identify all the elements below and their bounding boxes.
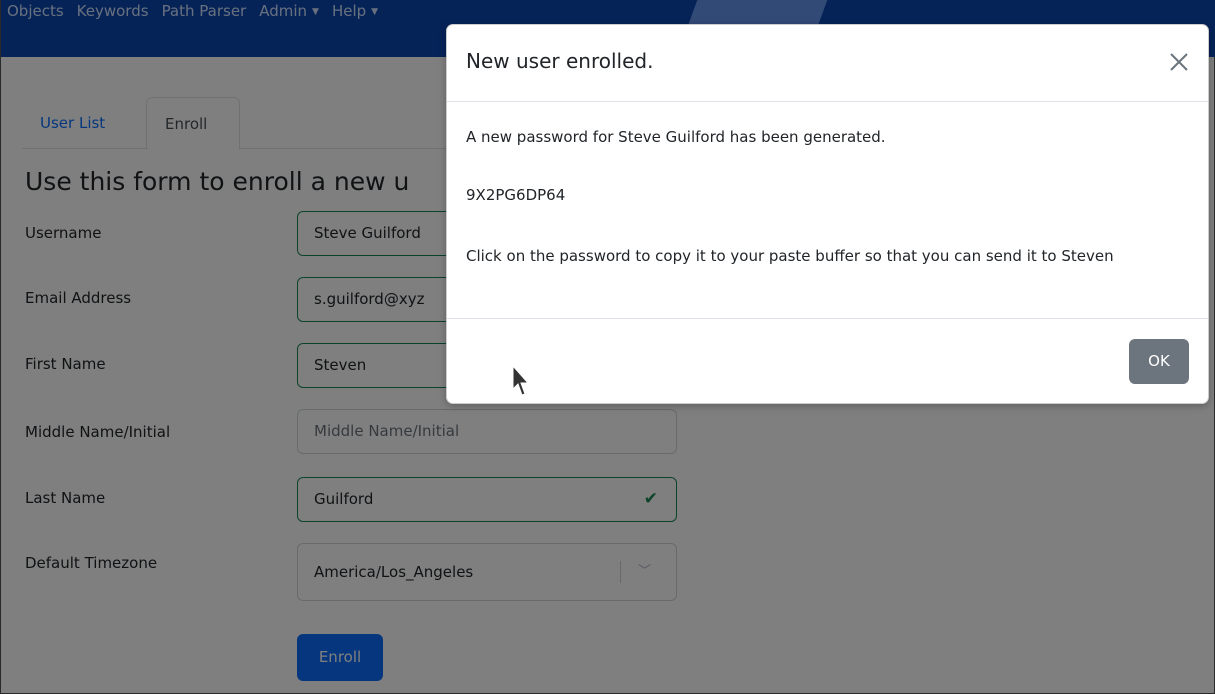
modal-instruction: Click on the password to copy it to your… (466, 247, 1114, 265)
mouse-cursor-icon (512, 365, 530, 396)
close-icon[interactable] (1166, 49, 1192, 75)
modal-title: New user enrolled. (466, 49, 654, 73)
ok-button[interactable]: OK (1129, 339, 1189, 384)
modal-footer: OK (447, 318, 1208, 404)
enrolled-modal: New user enrolled. A new password for St… (446, 24, 1209, 404)
modal-header: New user enrolled. (447, 25, 1208, 102)
generated-password[interactable]: 9X2PG6DP64 (466, 186, 565, 204)
modal-message: A new password for Steve Guilford has be… (466, 128, 886, 146)
